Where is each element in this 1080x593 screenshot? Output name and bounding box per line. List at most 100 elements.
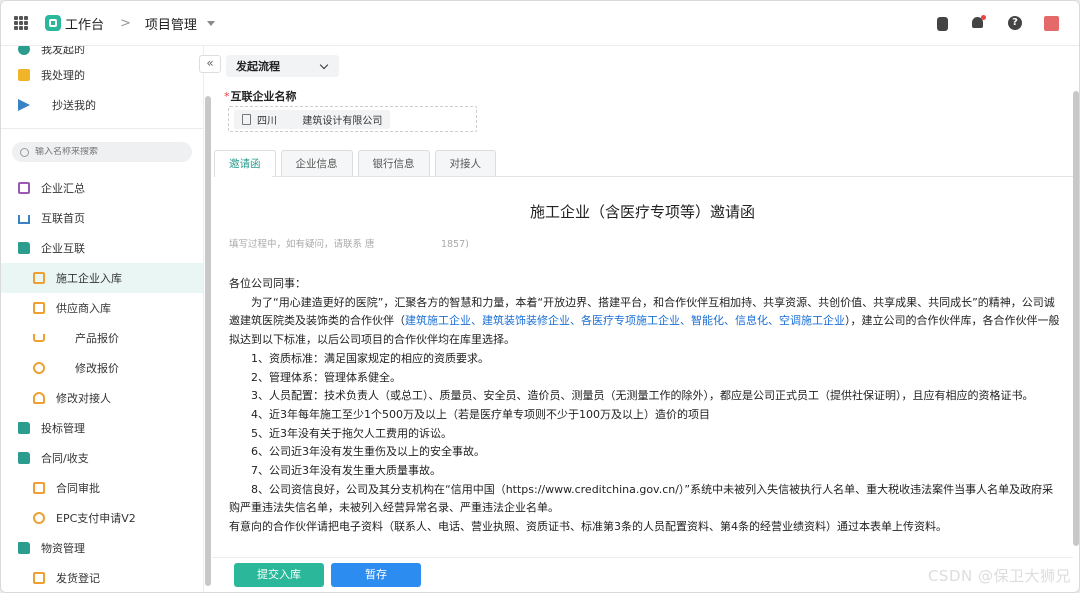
criteria-item: 4、近3年每年施工至少1个500万及以上（若是医疗单专项则不少于100万及以上）…: [251, 407, 710, 421]
folder-icon: [18, 542, 30, 554]
sidebar-item-interconnect-home[interactable]: 互联首页: [1, 203, 203, 233]
sidebar-item-product-quote[interactable]: 产品报价: [1, 323, 203, 353]
monitor-icon: [18, 182, 30, 194]
folder-icon: [18, 242, 30, 254]
sidebar-item-enterprise-summary[interactable]: 企业汇总: [1, 173, 203, 203]
sidebar-item-supplier-entry[interactable]: 供应商入库: [1, 293, 203, 323]
watermark: CSDN @保卫大狮兄: [927, 567, 1071, 585]
help-icon[interactable]: ?: [1008, 16, 1022, 30]
sidebar-item-modify-quote[interactable]: 修改报价: [1, 353, 203, 383]
sidebar-item-label: 投标管理: [41, 422, 85, 435]
sidebar-item-bid-management[interactable]: 投标管理: [1, 413, 203, 443]
sidebar-item-label: 互联首页: [41, 212, 85, 225]
sidebar-item-label: EPC支付申请V2: [56, 512, 136, 525]
sidebar-item-processed[interactable]: 我处理的: [1, 60, 203, 90]
sidebar-item-label: 我处理的: [41, 69, 85, 82]
sidebar-item-cc[interactable]: 抄送我的: [1, 90, 203, 120]
sidebar-search-input[interactable]: [35, 147, 175, 157]
criteria-item: 2、管理体系：管理体系健全。: [251, 370, 401, 384]
sidebar-item-label: 我发起的: [41, 46, 85, 56]
greeting: 各位公司同事：: [229, 277, 306, 290]
workbench-logo-icon: [45, 15, 61, 31]
content-scrollbar[interactable]: [1073, 91, 1079, 546]
company-field-label: *互联企业名称: [224, 88, 297, 104]
sidebar-item-label: 合同审批: [56, 482, 100, 495]
clipboard-icon: [33, 302, 45, 314]
tab-contact[interactable]: 对接人: [434, 150, 496, 177]
sidebar-item-label: 施工企业入库: [56, 272, 122, 285]
tab-bank-info[interactable]: 银行信息: [357, 150, 430, 177]
invitation-content: 施工企业（含医疗专项等）邀请函 填写过程中，如有疑问，请联系 唐 1857) 各…: [212, 177, 1073, 557]
criteria-item: 5、近3年没有关于拖欠人工费用的诉讼。: [251, 426, 452, 440]
sidebar-item-construction-enterprise-entry[interactable]: 施工企业入库: [1, 263, 203, 293]
sidebar-item-label: 修改对接人: [56, 392, 111, 405]
sidebar-item-enterprise-interconnect[interactable]: 企业互联: [1, 233, 203, 263]
closing-note: 有意向的合作伙伴请把电子资料（联系人、电话、营业执照、资质证书、标准第3条的人员…: [229, 520, 947, 534]
sidebar-item-label: 产品报价: [75, 332, 119, 345]
sidebar: 我发起的 我处理的 抄送我的 企业汇总 互联首页 企业互联 施: [1, 46, 204, 592]
sidebar-item-label: 供应商入库: [56, 302, 111, 315]
sidebar-item-label: 修改报价: [75, 362, 119, 375]
stamp-icon: [33, 482, 45, 494]
send-icon: [18, 99, 30, 111]
cart-icon: [33, 334, 45, 342]
avatar[interactable]: [1044, 15, 1059, 31]
criteria-item: 1、资质标准：满足国家规定的相应的资质要求。: [251, 351, 489, 365]
search-icon: [20, 147, 29, 157]
tab-company-info[interactable]: 企业信息: [280, 150, 353, 177]
sidebar-item-shipment-register[interactable]: 发货登记: [1, 563, 203, 592]
collapse-sidebar-button[interactable]: «: [199, 55, 221, 73]
submit-button[interactable]: 提交入库: [234, 563, 324, 587]
save-draft-button[interactable]: 暂存: [331, 563, 421, 587]
letter-title: 施工企业（含医疗专项等）邀请函: [529, 203, 755, 221]
company-field-label-text: 互联企业名称: [230, 90, 297, 103]
tab-bar: 邀请函 企业信息 银行信息 对接人: [214, 150, 496, 177]
top-bar: 工作台 > 项目管理 ?: [1, 1, 1079, 46]
app-window: 工作台 > 项目管理 ? 我发起的 我处理的 抄送我的 输入名称来搜索 企业汇总…: [0, 0, 1080, 593]
criteria-item: 3、人员配置：技术负责人（或总工）、质量员、安全员、造价员、测量员（无测量工作的…: [251, 389, 1034, 403]
criteria-item: 8、公司资信良好，公司及其分支机构在“信用中国（https://www.cred…: [229, 482, 1054, 515]
shipment-icon: [33, 572, 45, 584]
sidebar-item-label: 合同/收支: [41, 452, 89, 465]
tab-invitation[interactable]: 邀请函: [214, 150, 276, 177]
sidebar-item-epc-payment[interactable]: EPC支付申请V2: [1, 503, 203, 533]
document-list-icon: [33, 272, 45, 284]
contact-hint: 填写过程中，如有疑问，请联系 唐 1857): [229, 239, 469, 250]
sidebar-item-label: 企业汇总: [41, 182, 85, 195]
app-title[interactable]: 工作台: [65, 14, 104, 33]
sidebar-item-contracts[interactable]: 合同/收支: [1, 443, 203, 473]
user-icon: [33, 392, 45, 404]
start-flow-label: 发起流程: [236, 60, 280, 73]
building-icon: [242, 114, 251, 125]
home-icon: [18, 215, 30, 224]
breadcrumb-project-management[interactable]: 项目管理: [145, 14, 197, 33]
required-mark: *: [224, 90, 230, 103]
folder-icon: [18, 422, 30, 434]
company-name: 四川 建筑设计有限公司: [257, 116, 383, 127]
chevron-down-icon: [319, 60, 329, 70]
chevron-down-icon[interactable]: [206, 20, 215, 26]
partner-types-link[interactable]: 建筑施工企业、建筑装饰装修企业、各医疗专项施工企业、智能化、信息化、空调施工企业: [405, 314, 845, 327]
start-flow-dropdown[interactable]: 发起流程: [226, 55, 339, 77]
sidebar-item-modify-contact[interactable]: 修改对接人: [1, 383, 203, 413]
sidebar-item-contract-approval[interactable]: 合同审批: [1, 473, 203, 503]
criteria-item: 7、公司近3年没有发生重大质量事故。: [251, 464, 441, 478]
apps-grid-icon[interactable]: [14, 16, 28, 30]
criteria-item: 6、公司近3年没有发生重伤及以上的安全事故。: [251, 445, 485, 459]
sidebar-item-label: 企业互联: [41, 242, 85, 255]
sidebar-item-label: 抄送我的: [52, 99, 96, 112]
sidebar-item-label: 发货登记: [56, 572, 100, 585]
document-icon[interactable]: [937, 16, 948, 31]
sidebar-search[interactable]: [12, 142, 192, 162]
notification-bell-icon[interactable]: [970, 15, 986, 31]
sidebar-item-material-management[interactable]: 物资管理: [1, 533, 203, 563]
intro-paragraph: 为了“用心建造更好的医院”，汇聚各方的智慧和力量，本着“开放边界、搭建平台，和合…: [229, 294, 1064, 350]
sidebar-scrollbar[interactable]: [205, 96, 211, 586]
letter-body: 各位公司同事： 为了“用心建造更好的医院”，汇聚各方的智慧和力量，本着“开放边界…: [229, 275, 1064, 537]
breadcrumb-separator: >: [120, 15, 131, 31]
settings-icon: [33, 362, 45, 374]
company-chip[interactable]: 四川 建筑设计有限公司: [234, 110, 391, 129]
sidebar-item-label: 物资管理: [41, 542, 85, 555]
payment-icon: [33, 512, 45, 524]
circle-icon: [18, 46, 30, 55]
